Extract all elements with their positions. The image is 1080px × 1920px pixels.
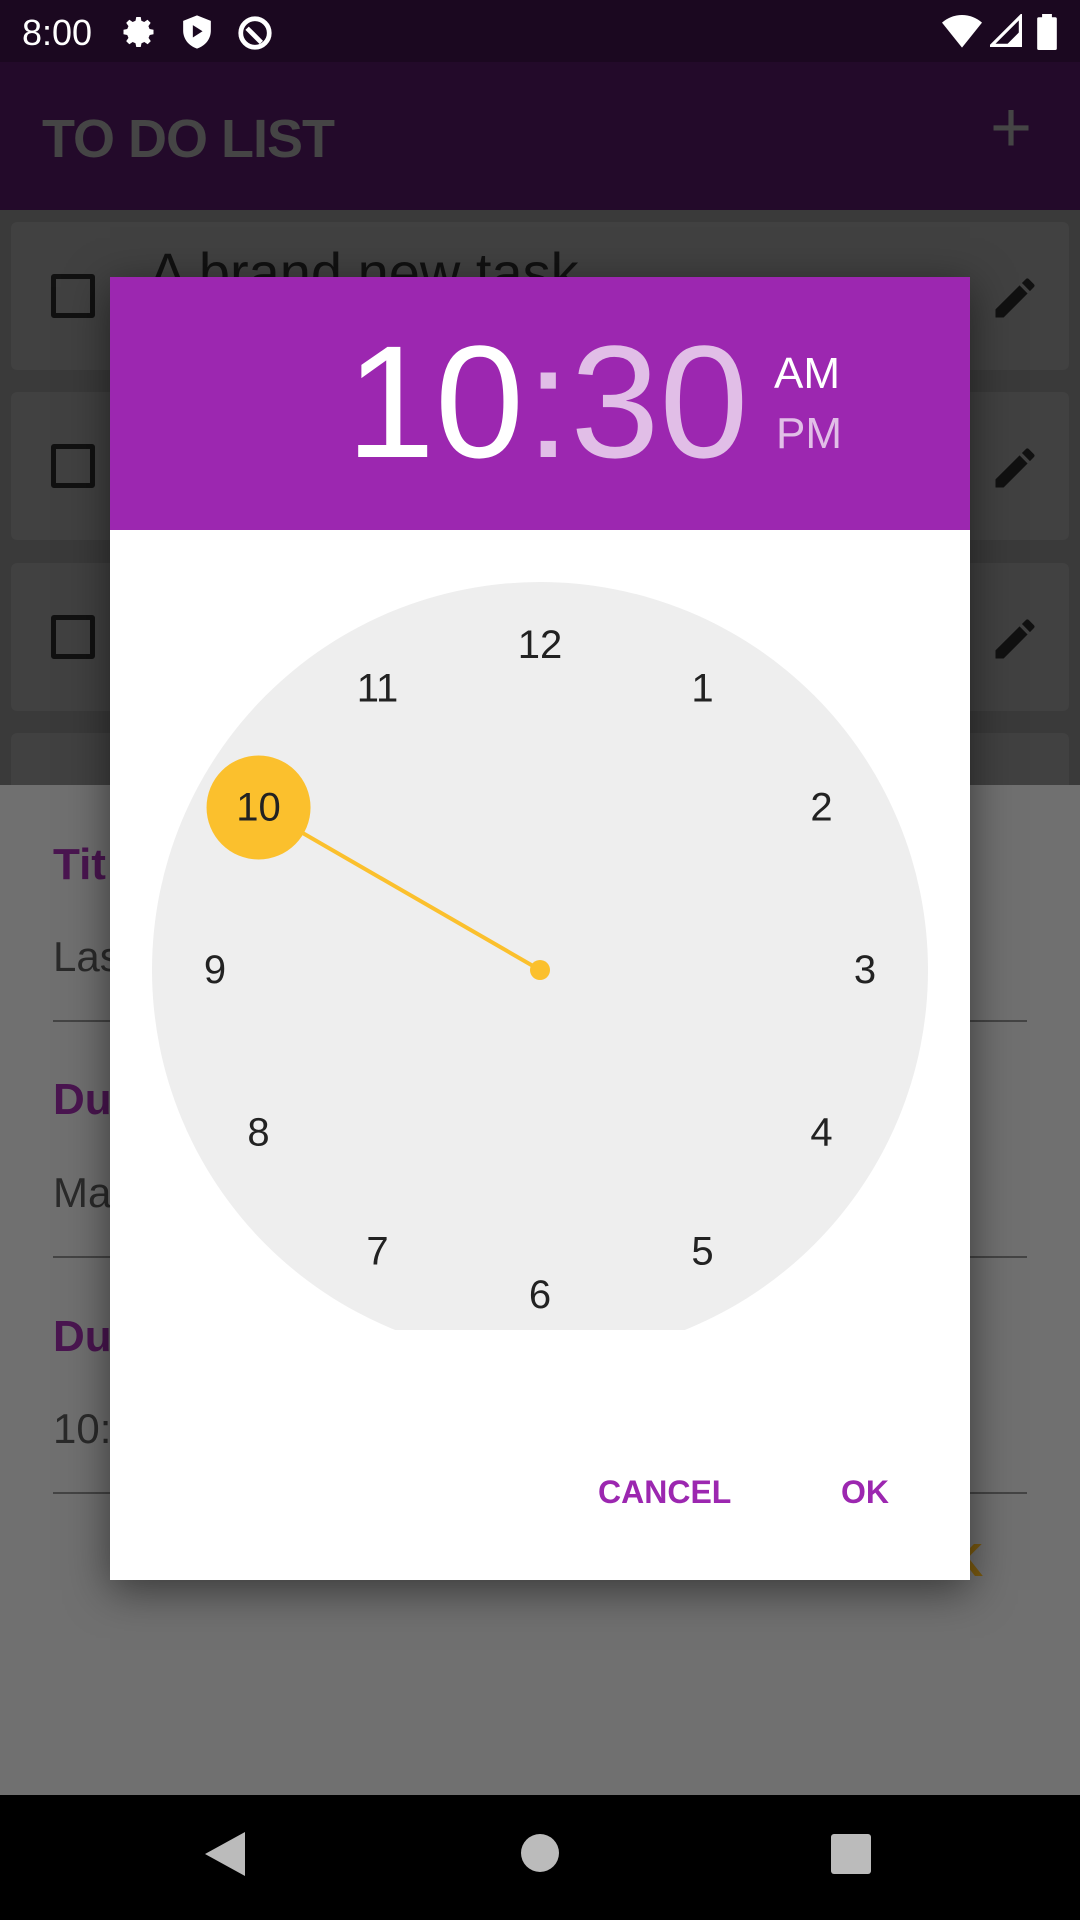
task-checkbox[interactable]: [51, 615, 95, 659]
due-time-label: Du: [53, 1312, 112, 1361]
navigation-bar: [0, 1795, 1080, 1920]
status-time: 8:00: [22, 12, 93, 53]
clock-number-9[interactable]: 9: [204, 948, 226, 992]
home-icon[interactable]: [520, 1833, 560, 1873]
pm-toggle[interactable]: PM: [776, 409, 842, 459]
title-label: Tit: [53, 840, 106, 889]
clock-number-8[interactable]: 8: [247, 1111, 269, 1155]
recents-icon[interactable]: [831, 1834, 871, 1874]
ok-button[interactable]: OK: [841, 1474, 889, 1511]
clock-number-6[interactable]: 6: [529, 1273, 551, 1317]
time-picker-dialog: 10 :30 AM PM 12 1 2 3 4 5 6 7 8 9 10 11 CANCEL OK: [110, 277, 970, 1580]
due-date-field[interactable]: Ma: [53, 1169, 111, 1217]
wifi-icon: [942, 15, 982, 48]
app-bar: TO DO LIST +: [0, 62, 1080, 210]
hour-display[interactable]: 10: [346, 322, 524, 482]
minute-display[interactable]: :30: [526, 322, 748, 482]
page-title: TO DO LIST: [42, 109, 335, 169]
settings-icon: [123, 17, 154, 47]
clock-center-dot: [530, 960, 550, 980]
due-date-label: Du: [53, 1075, 112, 1124]
am-toggle[interactable]: AM: [774, 349, 840, 399]
clock-number-10[interactable]: 10: [236, 786, 281, 830]
clock-number-2[interactable]: 2: [810, 786, 832, 830]
time-picker-header: 10 :30 AM PM: [110, 277, 970, 530]
cancel-button[interactable]: CANCEL: [598, 1474, 731, 1511]
task-checkbox[interactable]: [51, 274, 95, 318]
clock-number-1[interactable]: 1: [691, 667, 713, 711]
due-time-field[interactable]: 10:: [53, 1405, 111, 1453]
play-protect-icon: [183, 15, 211, 49]
clock-number-11[interactable]: 11: [357, 667, 399, 711]
task-checkbox[interactable]: [51, 444, 95, 488]
clock-background: [152, 582, 928, 1330]
status-bar: 8:00: [0, 0, 1080, 62]
clock-number-5[interactable]: 5: [691, 1229, 713, 1273]
clock-number-4[interactable]: 4: [810, 1111, 832, 1155]
edit-icon[interactable]: [989, 442, 1041, 494]
clock-number-7[interactable]: 7: [366, 1229, 388, 1273]
battery-icon: [1037, 14, 1057, 50]
add-task-button[interactable]: +: [990, 92, 1032, 164]
edit-icon[interactable]: [989, 613, 1041, 665]
clock-number-12[interactable]: 12: [518, 623, 563, 667]
back-icon[interactable]: [205, 1830, 247, 1878]
clock-face[interactable]: 121234567891011: [110, 530, 970, 1330]
vpn-key-icon: [238, 16, 272, 50]
edit-icon[interactable]: [989, 272, 1041, 324]
clock-number-3[interactable]: 3: [854, 948, 876, 992]
signal-icon: [990, 14, 1022, 47]
